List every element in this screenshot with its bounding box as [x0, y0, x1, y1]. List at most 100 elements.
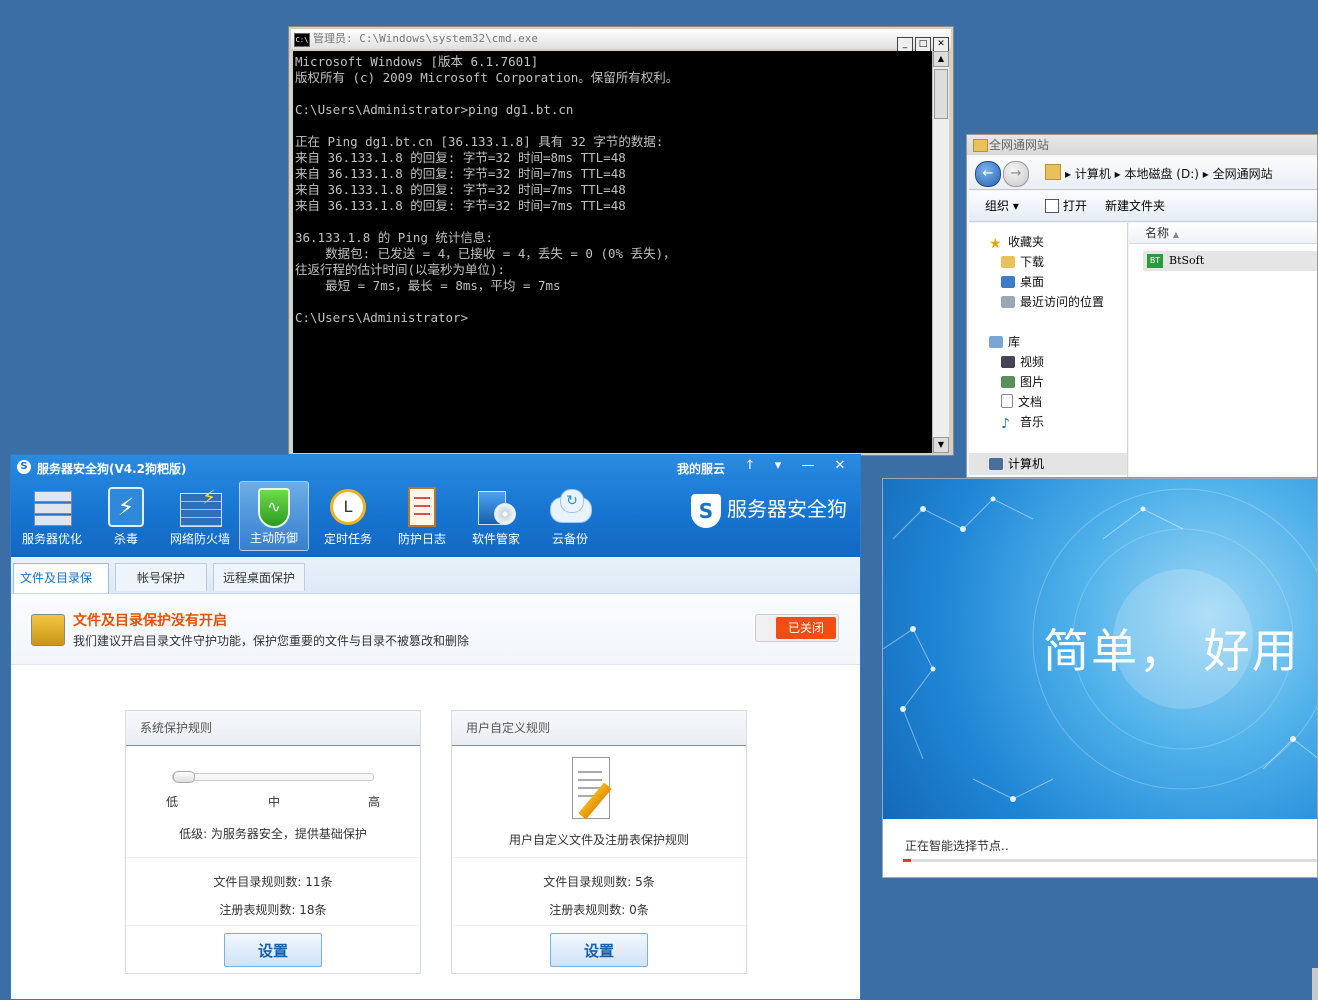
protection-level-slider[interactable]: [172, 771, 374, 783]
column-header-name[interactable]: 名称 ▲: [1129, 223, 1317, 244]
scroll-up-icon[interactable]: ▲: [933, 51, 949, 67]
app-title: 服务器安全狗(V4.2狗粑版): [37, 462, 187, 476]
tool-label: 杀毒: [113, 532, 138, 546]
menu-dropdown-icon[interactable]: ▾: [767, 457, 789, 475]
download-folder-icon: [1001, 256, 1015, 268]
custom-settings-button[interactable]: 设置: [550, 933, 648, 967]
console-line: 版权所有 (c) 2009 Microsoft Corporation。保留所有…: [295, 70, 679, 85]
tool-cloud-backup[interactable]: ↻ 云备份: [535, 481, 605, 551]
console-line: 来自 36.133.1.8 的回复: 字节=32 时间=7ms TTL=48: [295, 198, 626, 213]
file-list: 名称 ▲ BT BtSoft: [1129, 223, 1317, 477]
explorer-window[interactable]: 全网通网站 ← → ▸ 计算机 ▸ 本地磁盘 (D:) ▸ 全网通网站 组织 ▾…: [966, 134, 1318, 478]
nav-label: 音乐: [1020, 415, 1045, 429]
minimize-button[interactable]: —: [797, 457, 819, 475]
clipboard-icon: [400, 485, 444, 529]
tool-label: 云备份: [551, 532, 588, 546]
cmd-titlebar[interactable]: C:\ 管理员: C:\Windows\system32\cmd.exe _ □ ✕: [291, 29, 951, 52]
level-high[interactable]: 高: [368, 793, 380, 810]
new-folder-button[interactable]: 新建文件夹: [1105, 191, 1165, 221]
brand-logo: S 服务器安全狗: [691, 493, 847, 528]
document-pencil-icon: [570, 757, 612, 821]
nav-libraries[interactable]: 库: [989, 333, 1020, 350]
navigation-pane: ★ 收藏夹 下载 桌面 最近访问的位置 库 视频 图片 文档 ♪ 音乐: [969, 223, 1128, 477]
level-description: 低级: 为服务器安全，提供基础保护: [179, 827, 367, 841]
level-low[interactable]: 低: [166, 793, 178, 810]
tool-label: 定时任务: [323, 532, 372, 546]
progress-bar: [903, 859, 1317, 862]
nav-favorites[interactable]: ★ 收藏夹: [989, 233, 1044, 251]
address-bar[interactable]: ← → ▸ 计算机 ▸ 本地磁盘 (D:) ▸ 全网通网站: [969, 157, 1317, 190]
nav-music[interactable]: ♪ 音乐: [1001, 413, 1045, 431]
panel-header: 用户自定义规则: [452, 711, 746, 746]
tool-software-manager[interactable]: 软件管家: [461, 481, 531, 551]
protection-toggle[interactable]: 已关闭: [755, 614, 839, 642]
column-label: 名称: [1145, 226, 1170, 240]
nav-desktop[interactable]: 桌面: [1001, 273, 1044, 290]
nav-videos[interactable]: 视频: [1001, 353, 1044, 370]
nav-label: 最近访问的位置: [1020, 295, 1105, 309]
list-item[interactable]: BT BtSoft: [1143, 251, 1317, 271]
system-settings-button[interactable]: 设置: [224, 933, 322, 967]
command-bar: 组织 ▾ 打开 新建文件夹: [969, 191, 1317, 222]
file-name: BtSoft: [1169, 254, 1205, 267]
cloud-sync-icon: ↻: [548, 485, 592, 529]
organize-button[interactable]: 组织 ▾: [985, 191, 1019, 221]
console-line: Microsoft Windows [版本 6.1.7601]: [295, 54, 539, 69]
recent-places-icon: [1001, 296, 1015, 308]
tool-scheduled-task[interactable]: L 定时任务: [313, 481, 383, 551]
cmd-minimize-button[interactable]: _: [897, 37, 913, 52]
nav-recent[interactable]: 最近访问的位置: [1001, 293, 1104, 310]
tool-firewall[interactable]: ⚡ 网络防火墙: [165, 481, 235, 551]
protection-notice: 文件及目录保护没有开启 我们建议开启目录文件守护功能，保护您重要的文件与目录不被…: [11, 594, 860, 665]
library-icon: [989, 336, 1003, 348]
slider-knob[interactable]: [173, 771, 195, 783]
forward-arrow-icon[interactable]: →: [1003, 161, 1029, 187]
brand-name: 服务器安全狗: [727, 497, 847, 521]
nav-pictures[interactable]: 图片: [1001, 373, 1044, 390]
cmd-maximize-button[interactable]: □: [915, 37, 931, 52]
splash-window: 简单， 好用 正在智能选择节点..: [882, 478, 1318, 878]
tool-label: 服务器优化: [21, 532, 82, 546]
nav-documents[interactable]: 文档: [1001, 393, 1042, 410]
scroll-thumb[interactable]: [934, 69, 948, 119]
open-icon: [1045, 199, 1059, 213]
console-line: C:\Users\Administrator>ping dg1.bt.cn: [295, 102, 574, 117]
tool-active-defense[interactable]: ∿ 主动防御: [239, 481, 309, 551]
console-prompt-line: C:\Users\Administrator>: [295, 310, 469, 325]
cmd-scrollbar[interactable]: ▲ ▼: [932, 51, 949, 453]
server-rack-icon: [30, 485, 74, 529]
console-line: 36.133.1.8 的 Ping 统计信息:: [295, 230, 493, 245]
close-button[interactable]: ✕: [829, 457, 851, 475]
nav-computer[interactable]: 计算机: [969, 453, 1127, 475]
tool-protection-log[interactable]: 防护日志: [387, 481, 457, 551]
cmd-window[interactable]: C:\ 管理员: C:\Windows\system32\cmd.exe _ □ ✕…: [288, 26, 954, 456]
panel-header: 系统保护规则: [126, 711, 420, 746]
scroll-down-icon[interactable]: ▼: [933, 437, 949, 453]
nav-label: 下载: [1020, 255, 1045, 269]
explorer-titlebar[interactable]: 全网通网站: [967, 135, 1317, 155]
tool-antivirus[interactable]: ⚡ 杀毒: [91, 481, 161, 551]
back-arrow-icon[interactable]: ←: [975, 161, 1001, 187]
level-mid[interactable]: 中: [268, 793, 280, 810]
cmd-console[interactable]: Microsoft Windows [版本 6.1.7601] 版权所有 (c)…: [293, 51, 935, 453]
security-dog-window[interactable]: S 服务器安全狗(V4.2狗粑版) 我的服云 ↑ ▾ — ✕ 服务器优化 ⚡ 杀…: [10, 454, 861, 1000]
my-cloud-link[interactable]: 我的服云: [677, 460, 725, 477]
nav-downloads[interactable]: 下载: [1001, 253, 1044, 270]
open-button[interactable]: 打开: [1063, 191, 1087, 221]
cmd-close-button[interactable]: ✕: [933, 37, 949, 52]
tab-account-protection[interactable]: 帐号保护: [115, 563, 207, 591]
pin-icon[interactable]: ↑: [739, 457, 761, 475]
folder-lock-icon: [31, 614, 65, 646]
splash-slogan: 简单， 好用: [1043, 624, 1300, 678]
tab-remote-desktop-protection[interactable]: 远程桌面保护: [213, 563, 305, 591]
custom-rules-panel: 用户自定义规则 用户自定义文件及注册表保护规则 文件目录规则数: 5条 注册表规…: [451, 710, 747, 974]
tab-bar: 文件及目录保护 帐号保护 远程桌面保护: [11, 557, 860, 613]
tool-server-optimize[interactable]: 服务器优化: [17, 481, 87, 551]
tab-file-directory-protection[interactable]: 文件及目录保护: [13, 563, 109, 613]
folder-icon: [973, 139, 988, 152]
breadcrumb[interactable]: ▸ 计算机 ▸ 本地磁盘 (D:) ▸ 全网通网站: [1065, 165, 1273, 182]
nav-label: 桌面: [1020, 275, 1045, 289]
